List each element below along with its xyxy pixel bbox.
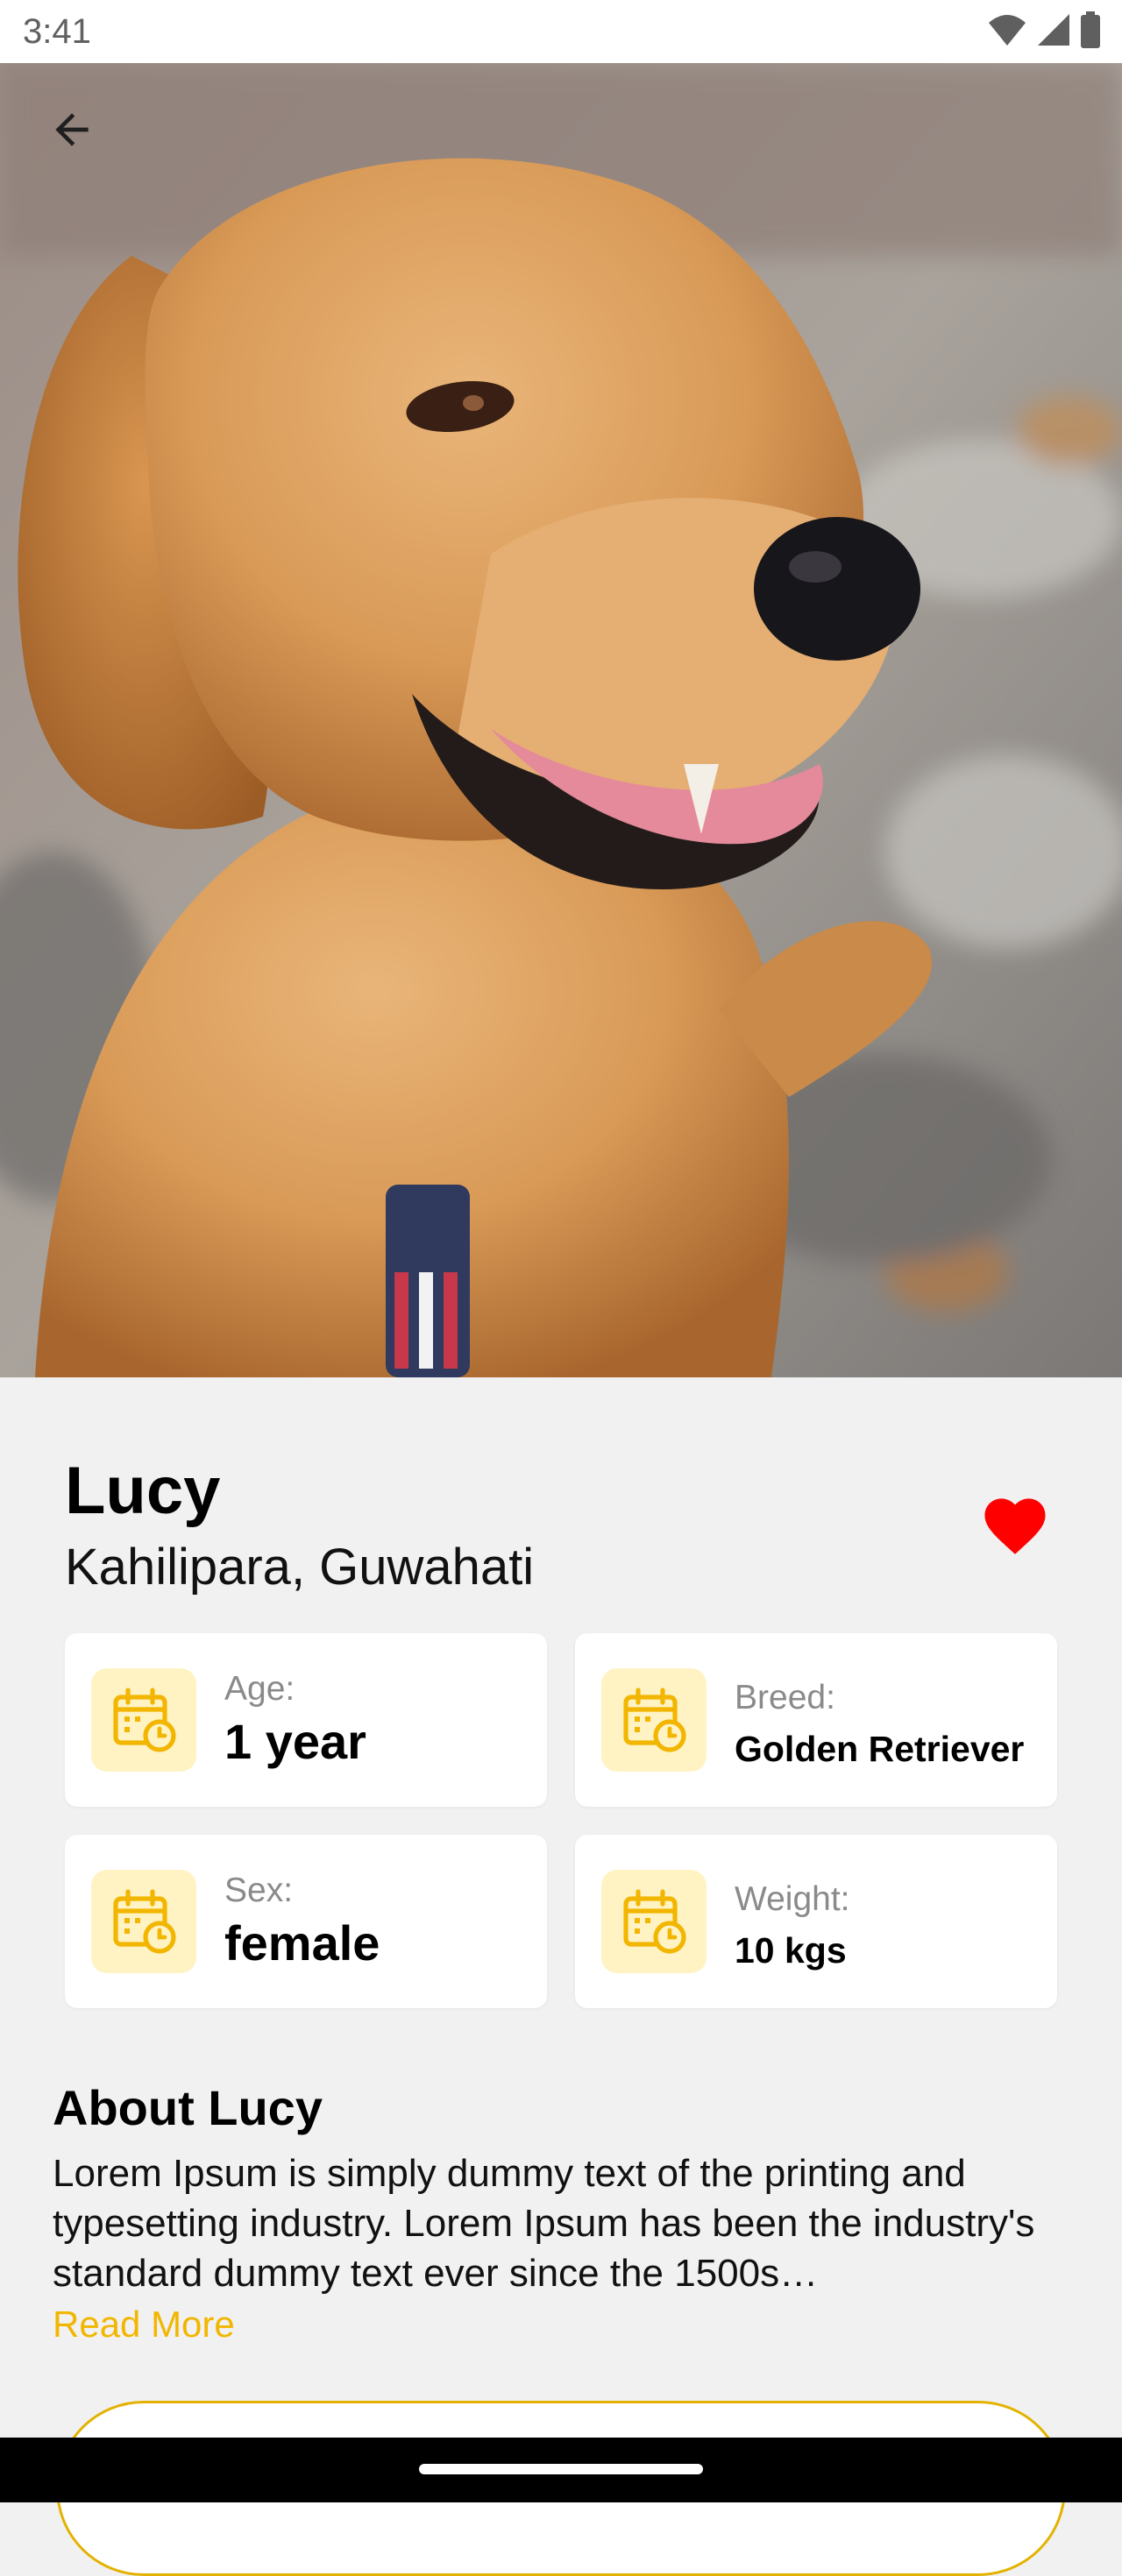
status-icons xyxy=(987,11,1101,53)
calendar-clock-icon xyxy=(91,1870,196,1973)
home-indicator[interactable] xyxy=(419,2464,703,2474)
detail-card-breed: Breed: Golden Retriever xyxy=(575,1633,1057,1807)
status-bar: 3:41 xyxy=(0,0,1122,63)
detail-value: 10 kgs xyxy=(735,1930,847,1971)
status-time: 3:41 xyxy=(23,12,91,51)
detail-value: female xyxy=(224,1915,380,1971)
signal-icon xyxy=(1036,12,1071,52)
detail-label: Weight: xyxy=(735,1880,850,1918)
detail-card-age: Age: 1 year xyxy=(65,1633,547,1807)
wifi-icon xyxy=(987,12,1027,52)
favorite-button[interactable] xyxy=(978,1490,1052,1556)
heart-icon xyxy=(978,1498,1052,1560)
detail-card-sex: Sex: female xyxy=(65,1835,547,2008)
about-text: Lorem Ipsum is simply dummy text of the … xyxy=(53,2152,1035,2295)
calendar-clock-icon xyxy=(91,1668,196,1772)
detail-label: Breed: xyxy=(735,1679,835,1716)
pet-name: Lucy xyxy=(65,1454,221,1528)
detail-value: Golden Retriever xyxy=(735,1729,1025,1769)
detail-label: Age: xyxy=(224,1670,295,1708)
read-more-link[interactable]: Read More xyxy=(53,2303,235,2346)
pet-photo xyxy=(0,63,1122,1377)
detail-label: Sex: xyxy=(224,1872,294,1909)
arrow-left-icon xyxy=(47,105,96,159)
calendar-clock-icon xyxy=(601,1668,707,1772)
back-button[interactable] xyxy=(39,98,105,165)
detail-value: 1 year xyxy=(224,1714,366,1769)
detail-card-weight: Weight: 10 kgs xyxy=(575,1835,1057,2008)
pet-details-grid: Age: 1 year Breed: Golden Retriever Sex:… xyxy=(65,1633,1057,2008)
system-nav-bar xyxy=(0,2438,1122,2502)
pet-location: Kahilipara, Guwahati xyxy=(65,1539,535,1596)
calendar-clock-icon xyxy=(601,1870,707,1973)
about-title: About Lucy xyxy=(53,2080,323,2135)
battery-icon xyxy=(1080,11,1101,53)
